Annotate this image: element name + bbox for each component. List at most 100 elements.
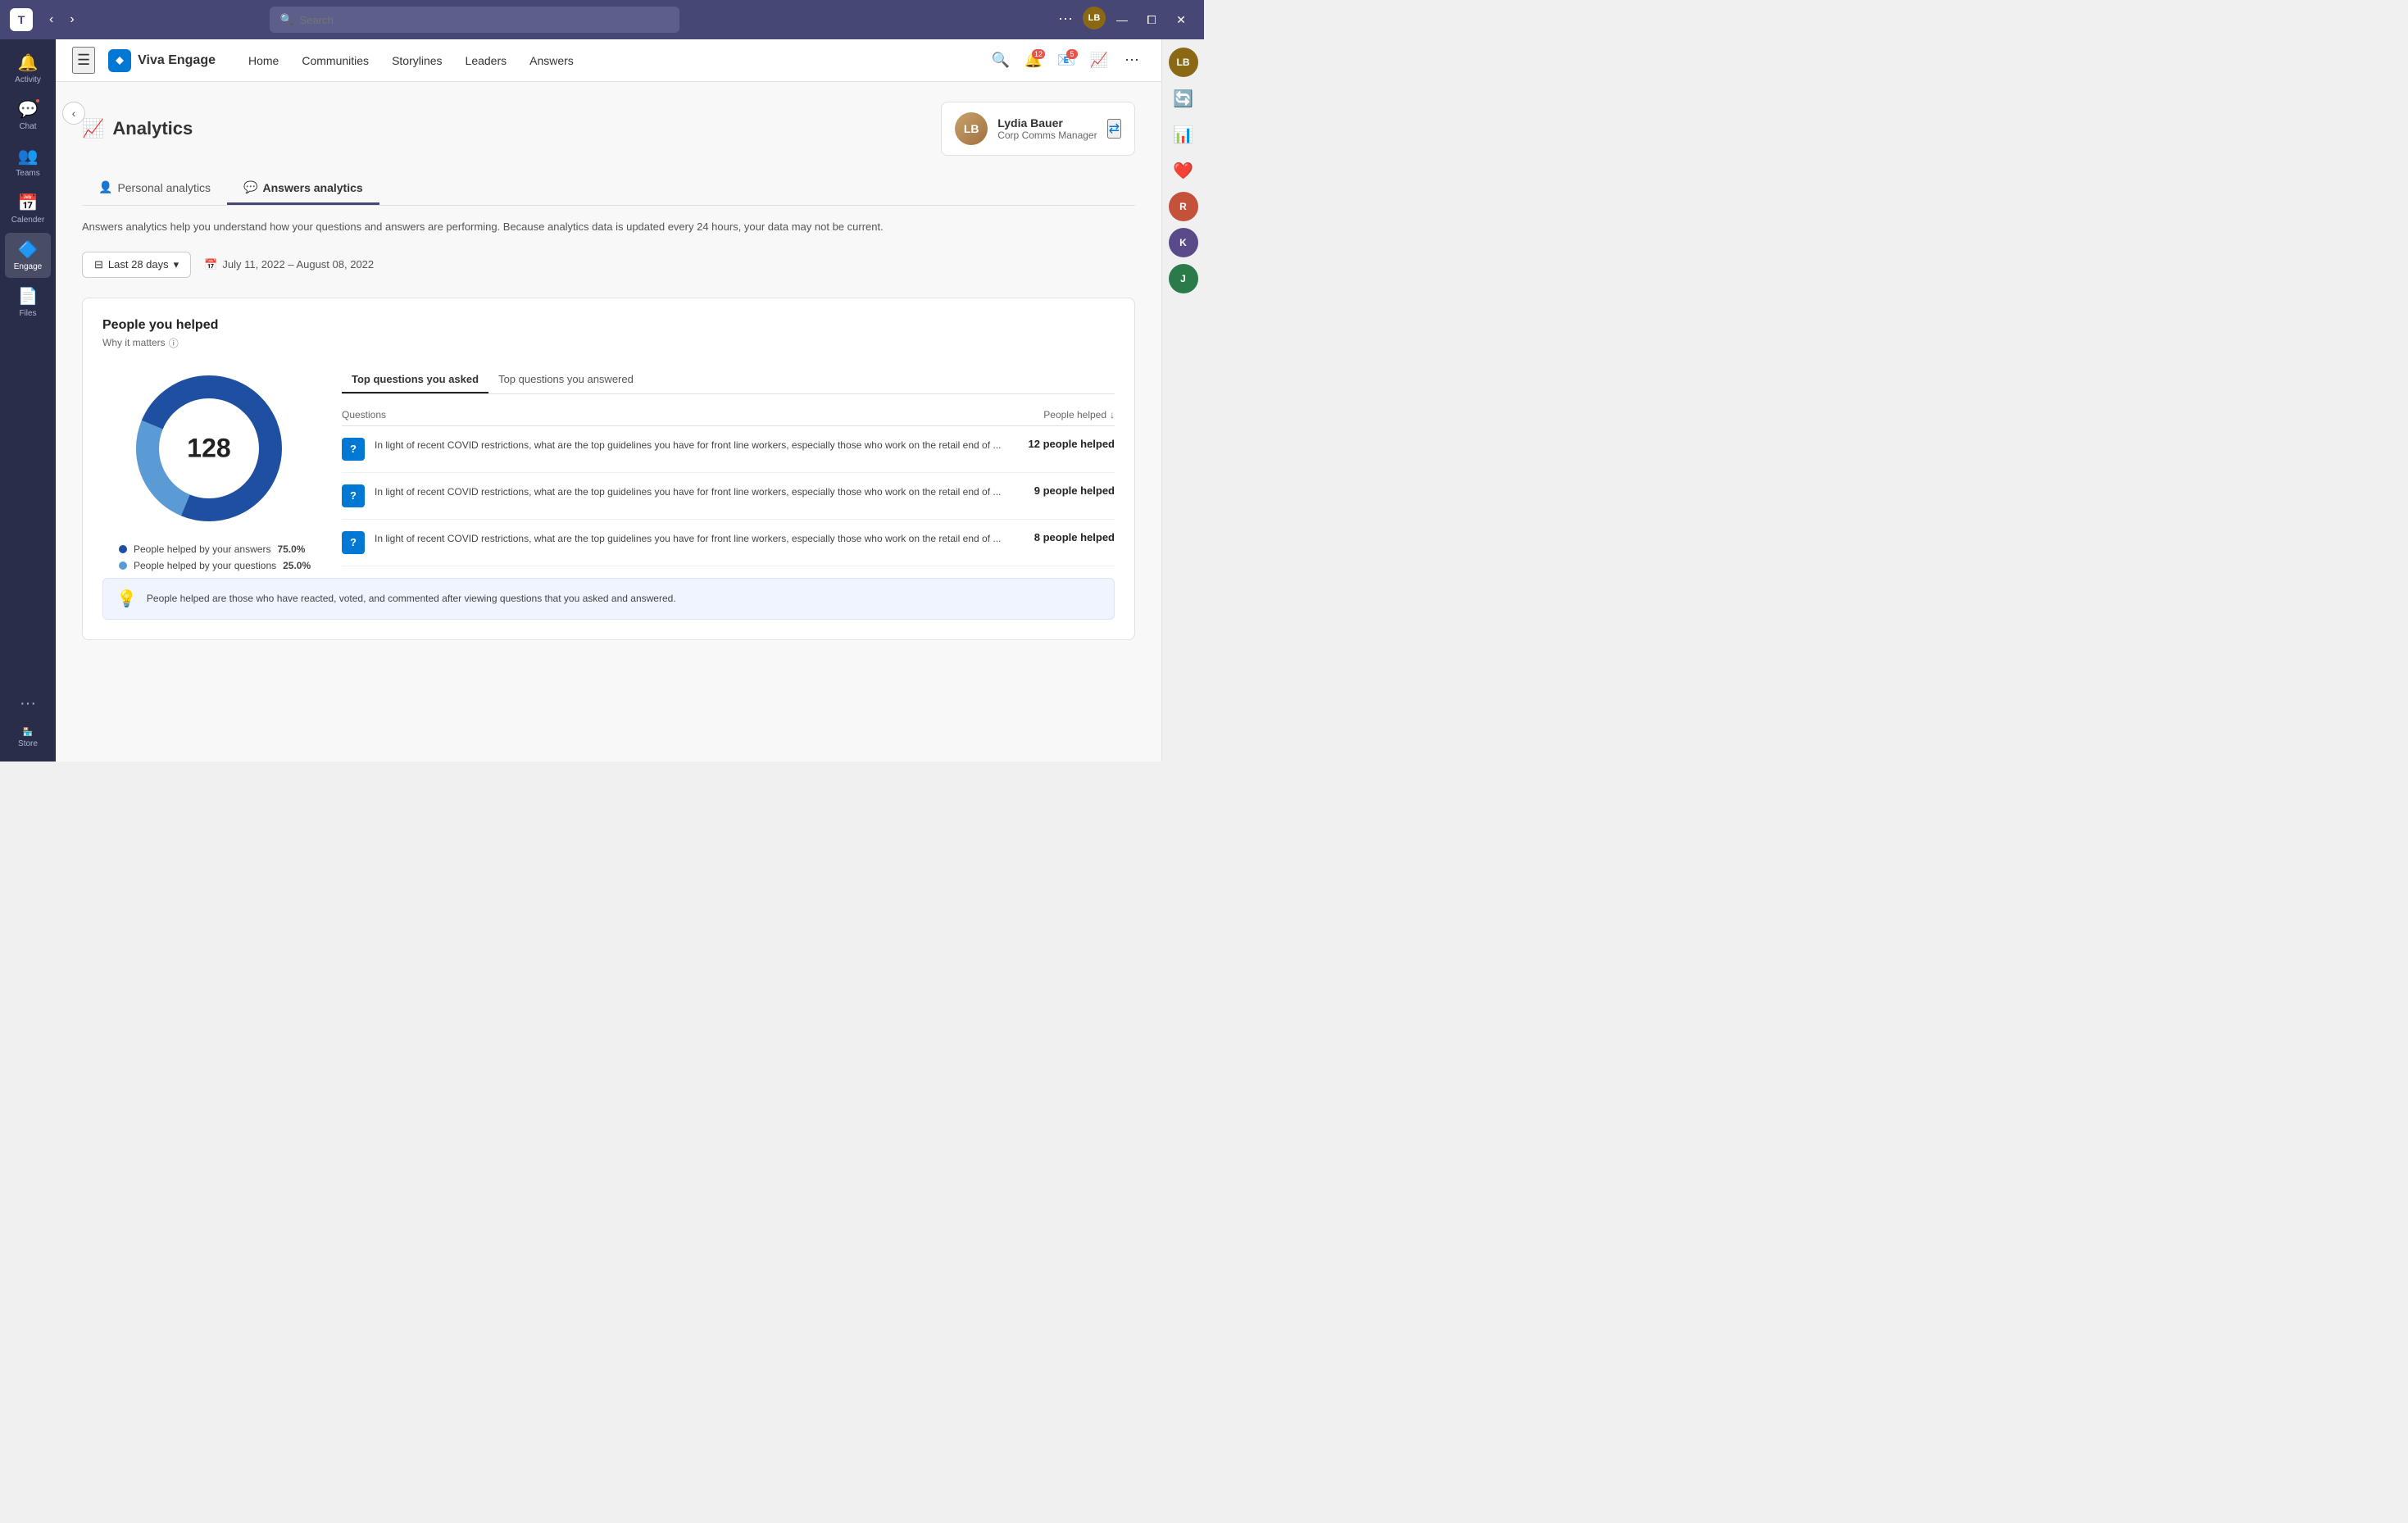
personal-analytics-tab-icon: 👤	[98, 180, 112, 194]
right-sidebar-item-user3[interactable]: K	[1167, 226, 1200, 259]
analytics-nav-button[interactable]: 📈	[1086, 48, 1112, 74]
people-helped-value-3: 8 people helped	[1008, 531, 1115, 543]
sidebar-item-store[interactable]: 🏪 Store	[11, 721, 44, 755]
user-card: LB Lydia Bauer Corp Comms Manager ⇄	[941, 102, 1135, 156]
inner-tab-answered[interactable]: Top questions you answered	[488, 366, 643, 393]
back-button[interactable]: ‹	[62, 102, 85, 125]
minimize-button[interactable]: —	[1109, 7, 1135, 33]
col-questions-header: Questions	[342, 409, 1008, 421]
legend-dot-answers	[119, 545, 127, 553]
right-sidebar: LB 🔄 📊 ❤️ R K J	[1161, 39, 1204, 762]
top-nav: ☰ Viva Engage Home Communities Storyline…	[56, 39, 1161, 82]
search-button[interactable]: 🔍	[988, 48, 1014, 74]
calendar-icon-small: 📅	[204, 258, 217, 271]
table-row: ? In light of recent COVID restrictions,…	[342, 473, 1115, 520]
sidebar-item-activity[interactable]: 🔔 Activity	[5, 46, 51, 91]
page-header: 📈 Analytics LB Lydia Bauer Corp Comms Ma…	[82, 102, 1135, 156]
sidebar-item-calendar[interactable]: 📅 Calender	[5, 186, 51, 231]
legend-item-answers: People helped by your answers 75.0%	[119, 543, 311, 555]
refresh-icon: 🔄	[1173, 89, 1193, 109]
nav-arrows: ‹ ›	[43, 9, 81, 30]
window-controls: ··· LB — ⧠ ✕	[1052, 7, 1194, 33]
maximize-button[interactable]: ⧠	[1138, 7, 1165, 33]
right-sidebar-item-refresh[interactable]: 🔄	[1167, 82, 1200, 115]
top-nav-links: Home Communities Storylines Leaders Answ…	[239, 49, 584, 72]
info-icon: ⓘ	[169, 336, 179, 350]
user-avatar-titlebar[interactable]: LB	[1083, 7, 1106, 30]
date-filter-button[interactable]: ⊟ Last 28 days ▾	[82, 252, 191, 278]
nav-link-home[interactable]: Home	[239, 49, 289, 72]
col-people-helped-header: People helped ↓	[1008, 409, 1115, 421]
people-helped-value-1: 12 people helped	[1008, 438, 1115, 450]
right-sidebar-item-heart[interactable]: ❤️	[1167, 154, 1200, 187]
mail-button[interactable]: 📧 5	[1053, 48, 1079, 74]
nav-back-button[interactable]: ‹	[43, 9, 60, 30]
legend: People helped by your answers 75.0% Peop…	[119, 543, 311, 571]
activity-icon: 🔔	[18, 52, 39, 73]
people-helped-value-2: 9 people helped	[1008, 484, 1115, 497]
sidebar-item-teams[interactable]: 👥 Teams	[5, 139, 51, 184]
question-icon-1: ?	[342, 438, 365, 461]
nav-link-leaders[interactable]: Leaders	[456, 49, 517, 72]
right-sidebar-item-chart[interactable]: 📊	[1167, 118, 1200, 151]
left-sidebar: 🔔 Activity 💬 Chat 👥 Teams 📅 Calender 🔷 E…	[0, 39, 56, 762]
inner-tabs: Top questions you asked Top questions yo…	[342, 366, 1115, 394]
tab-personal-analytics[interactable]: 👤 Personal analytics	[82, 172, 227, 205]
files-icon: 📄	[18, 286, 39, 307]
info-text: People helped are those who have reacted…	[147, 593, 676, 604]
table-row: ? In light of recent COVID restrictions,…	[342, 520, 1115, 566]
page-description: Answers analytics help you understand ho…	[82, 219, 1135, 235]
page-title-area: 📈 Analytics	[82, 118, 193, 139]
user-info: Lydia Bauer Corp Comms Manager	[997, 116, 1097, 141]
search-bar[interactable]: 🔍	[270, 7, 679, 33]
top-nav-actions: 🔍 🔔 12 📧 5 📈 ⋯	[988, 48, 1145, 74]
nav-link-answers[interactable]: Answers	[520, 49, 584, 72]
right-sidebar-item-user2[interactable]: R	[1167, 190, 1200, 223]
user-avatar: LB	[955, 112, 988, 145]
more-nav-button[interactable]: ⋯	[1119, 48, 1145, 74]
sidebar-item-files[interactable]: 📄 Files	[5, 280, 51, 325]
donut-chart: 128	[127, 366, 291, 530]
engage-icon: 🔷	[18, 239, 39, 260]
right-sidebar-item-user1[interactable]: LB	[1167, 46, 1200, 79]
right-avatar-4: J	[1169, 264, 1198, 293]
hamburger-button[interactable]: ☰	[72, 47, 95, 74]
table-area: Top questions you asked Top questions yo…	[342, 366, 1115, 571]
sidebar-item-engage[interactable]: 🔷 Engage	[5, 233, 51, 278]
sidebar-item-chat[interactable]: 💬 Chat	[5, 93, 51, 138]
chevron-down-icon: ▾	[174, 258, 179, 271]
filter-icon: ⊟	[94, 258, 103, 271]
info-bulb-icon: 💡	[116, 589, 137, 609]
notifications-button[interactable]: 🔔 12	[1020, 48, 1047, 74]
section-card: People you helped Why it matters ⓘ	[82, 298, 1135, 640]
sidebar-more-button[interactable]: ···	[13, 688, 43, 720]
right-avatar-2: R	[1169, 192, 1198, 221]
chart-table-layout: 128 People helped by your answers 75.0%	[102, 366, 1115, 571]
right-avatar-1: LB	[1169, 48, 1198, 77]
close-button[interactable]: ✕	[1168, 7, 1194, 33]
chart-area: 128 People helped by your answers 75.0%	[102, 366, 316, 571]
legend-dot-questions	[119, 561, 127, 570]
right-sidebar-item-user4[interactable]: J	[1167, 262, 1200, 295]
section-title: People you helped	[102, 318, 1115, 333]
inner-tab-asked[interactable]: Top questions you asked	[342, 366, 488, 393]
nav-forward-button[interactable]: ›	[63, 9, 80, 30]
nav-link-storylines[interactable]: Storylines	[382, 49, 452, 72]
filter-bar: ⊟ Last 28 days ▾ 📅 July 11, 2022 – Augus…	[82, 252, 1135, 278]
store-icon: 🏪	[23, 728, 33, 737]
more-options-button[interactable]: ···	[1052, 7, 1079, 33]
right-avatar-3: K	[1169, 228, 1198, 257]
tab-answers-analytics[interactable]: 💬 Answers analytics	[227, 172, 379, 205]
search-icon: 🔍	[279, 13, 293, 26]
nav-link-communities[interactable]: Communities	[292, 49, 379, 72]
switch-user-button[interactable]: ⇄	[1107, 119, 1121, 139]
answers-analytics-tab-icon: 💬	[243, 180, 257, 194]
sort-icon: ↓	[1110, 409, 1115, 421]
question-text-1: In light of recent COVID restrictions, w…	[375, 438, 1008, 452]
teams-icon: 👥	[18, 146, 39, 166]
search-input[interactable]	[300, 14, 670, 26]
calendar-icon: 📅	[18, 193, 39, 213]
teams-logo: T	[10, 8, 33, 31]
table-header: Questions People helped ↓	[342, 404, 1115, 426]
app-frame: ☰ Viva Engage Home Communities Storyline…	[56, 39, 1161, 762]
